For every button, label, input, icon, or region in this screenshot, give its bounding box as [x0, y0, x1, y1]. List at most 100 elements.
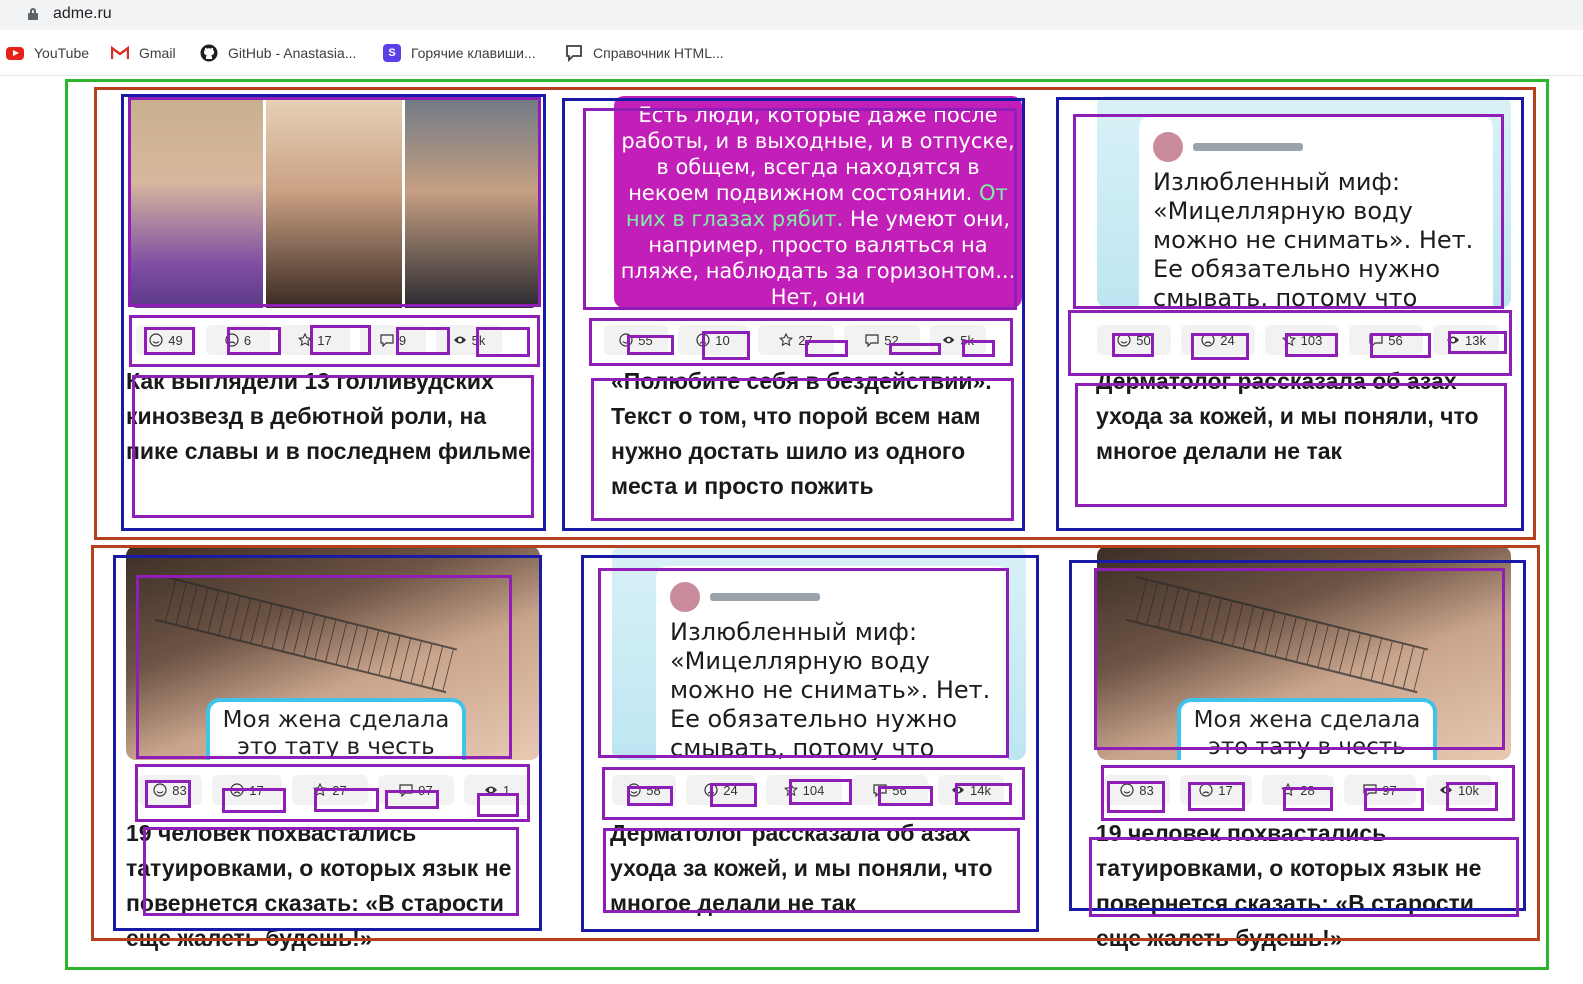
eye-icon	[1447, 336, 1460, 344]
eye-icon	[942, 336, 955, 344]
card-title[interactable]: 19 человек похвастались татуировками, о …	[1096, 816, 1516, 956]
star-reaction-button[interactable]: 27	[758, 325, 834, 355]
star-reaction-button[interactable]: 104	[766, 775, 842, 805]
card-image[interactable]: Есть люди, которые даже после работы, и …	[614, 96, 1022, 308]
bookmark-label: Горячие клавиши...	[411, 45, 536, 61]
card-title[interactable]: «Полюбите себя в бездействии». Текст о т…	[611, 364, 1015, 504]
card-stats: 83 17 27 97 1	[138, 775, 530, 805]
comment-icon	[399, 784, 413, 797]
sad-count: 17	[249, 782, 264, 798]
comment-count: 9	[398, 332, 407, 348]
avatar	[670, 582, 700, 612]
card-stats: 50 24 103 56 13k	[1097, 325, 1499, 355]
sad-reaction-button[interactable]: 10	[678, 325, 748, 355]
bookmark-youtube[interactable]: YouTube	[6, 42, 89, 64]
comment-button[interactable]: 97	[378, 775, 454, 805]
star-reaction-button[interactable]: 103	[1265, 325, 1339, 355]
star-icon	[298, 333, 313, 347]
card-image[interactable]	[128, 96, 540, 308]
views-counter: 1	[464, 775, 530, 805]
smile-count: 50	[1136, 332, 1151, 348]
comment-icon	[380, 334, 394, 347]
smile-icon	[1117, 333, 1131, 347]
bookmarks-bar: YouTube Gmail GitHub - Anastasia... S Го…	[0, 30, 1583, 76]
tattoo-ruler	[1125, 576, 1429, 694]
eye-icon	[1440, 786, 1453, 794]
card-title[interactable]: Дерматолог рассказала об азах ухода за к…	[610, 816, 1028, 921]
comment-icon	[565, 44, 583, 62]
bookmark-github[interactable]: GitHub - Anastasia...	[200, 42, 356, 64]
image-tweet-text: Излюбленный миф: «Мицеллярную воду можно…	[1153, 168, 1474, 308]
bookmark-html-reference[interactable]: Справочник HTML...	[565, 42, 724, 64]
smile-count: 55	[638, 332, 653, 348]
bookmark-label: YouTube	[34, 45, 90, 61]
comment-icon	[865, 334, 879, 347]
sad-count: 24	[723, 782, 738, 798]
card-title[interactable]: 19 человек похвастались татуировками, о …	[126, 816, 542, 956]
smile-count: 83	[172, 782, 187, 798]
sad-reaction-button[interactable]: 17	[212, 775, 282, 805]
bookmark-gmail[interactable]: Gmail	[111, 42, 176, 64]
star-icon	[313, 783, 328, 797]
sad-reaction-button[interactable]: 6	[206, 325, 270, 355]
smile-reaction-button[interactable]: 83	[1104, 775, 1170, 805]
comment-count: 56	[1388, 332, 1403, 348]
comment-button[interactable]: 52	[844, 325, 920, 355]
card-image[interactable]: Излюбленный миф: «Мицеллярную воду можно…	[612, 546, 1026, 760]
url-text[interactable]: adme.ru	[53, 5, 112, 23]
card-image[interactable]: Моя жена сделала это тату в честь	[1097, 546, 1511, 760]
smile-count: 49	[168, 332, 183, 348]
eye-icon	[484, 786, 497, 794]
sad-reaction-button[interactable]: 24	[1181, 325, 1255, 355]
image-caption: Моя жена сделала это тату в честь	[1177, 698, 1437, 760]
star-icon	[779, 333, 794, 347]
smile-icon	[1120, 783, 1134, 797]
card-title[interactable]: Дерматолог рассказала об азах ухода за к…	[1096, 364, 1516, 469]
sad-icon	[1201, 333, 1215, 347]
eye-icon	[453, 336, 466, 344]
star-reaction-button[interactable]: 27	[292, 775, 368, 805]
smile-icon	[619, 333, 633, 347]
views-count: 5k	[960, 332, 974, 348]
bookmark-hotkeys[interactable]: S Горячие клавиши...	[383, 42, 536, 64]
smile-reaction-button[interactable]: 83	[138, 775, 202, 805]
comment-button[interactable]: 56	[1349, 325, 1423, 355]
github-icon	[200, 44, 218, 62]
image-tweet-text: Излюбленный миф: «Мицеллярную воду можно…	[670, 618, 991, 760]
tweet-card: Излюбленный миф: «Мицеллярную воду можно…	[1139, 116, 1493, 308]
smile-count: 83	[1139, 782, 1154, 798]
star-count: 27	[798, 332, 813, 348]
sad-icon	[696, 333, 710, 347]
card-title[interactable]: Как выглядели 13 голливудских кинозвезд …	[126, 364, 536, 469]
sad-icon	[1199, 783, 1213, 797]
comment-count: 97	[1382, 782, 1397, 798]
views-counter: 5k	[930, 325, 986, 355]
youtube-icon	[6, 44, 24, 62]
sad-reaction-button[interactable]: 17	[1180, 775, 1252, 805]
star-reaction-button[interactable]: 17	[280, 325, 350, 355]
sad-icon	[230, 783, 244, 797]
sad-icon	[225, 333, 239, 347]
views-count: 5k	[471, 332, 486, 348]
avatar	[1153, 132, 1183, 162]
star-reaction-button[interactable]: 28	[1262, 775, 1334, 805]
bookmark-label: GitHub - Anastasia...	[228, 45, 357, 61]
star-count: 27	[332, 782, 347, 798]
smile-reaction-button[interactable]: 58	[612, 775, 676, 805]
smile-reaction-button[interactable]: 55	[604, 325, 668, 355]
address-bar[interactable]: adme.ru	[0, 0, 1583, 30]
comment-count: 97	[418, 782, 433, 798]
smile-reaction-button[interactable]: 49	[136, 325, 196, 355]
comment-count: 52	[884, 332, 899, 348]
comment-button[interactable]: 9	[360, 325, 426, 355]
smile-reaction-button[interactable]: 50	[1097, 325, 1171, 355]
card-stats: 83 17 28 97 10k	[1104, 775, 1492, 805]
comment-button[interactable]: 56	[852, 775, 928, 805]
sad-count: 24	[1220, 332, 1235, 348]
card-image[interactable]: Моя жена сделала это тату в честь	[126, 546, 540, 760]
sad-reaction-button[interactable]: 24	[686, 775, 756, 805]
card-image[interactable]: Излюбленный миф: «Мицеллярную воду можно…	[1097, 96, 1511, 308]
comment-button[interactable]: 97	[1344, 775, 1416, 805]
smile-icon	[149, 333, 163, 347]
bookmark-label: Gmail	[139, 45, 176, 61]
